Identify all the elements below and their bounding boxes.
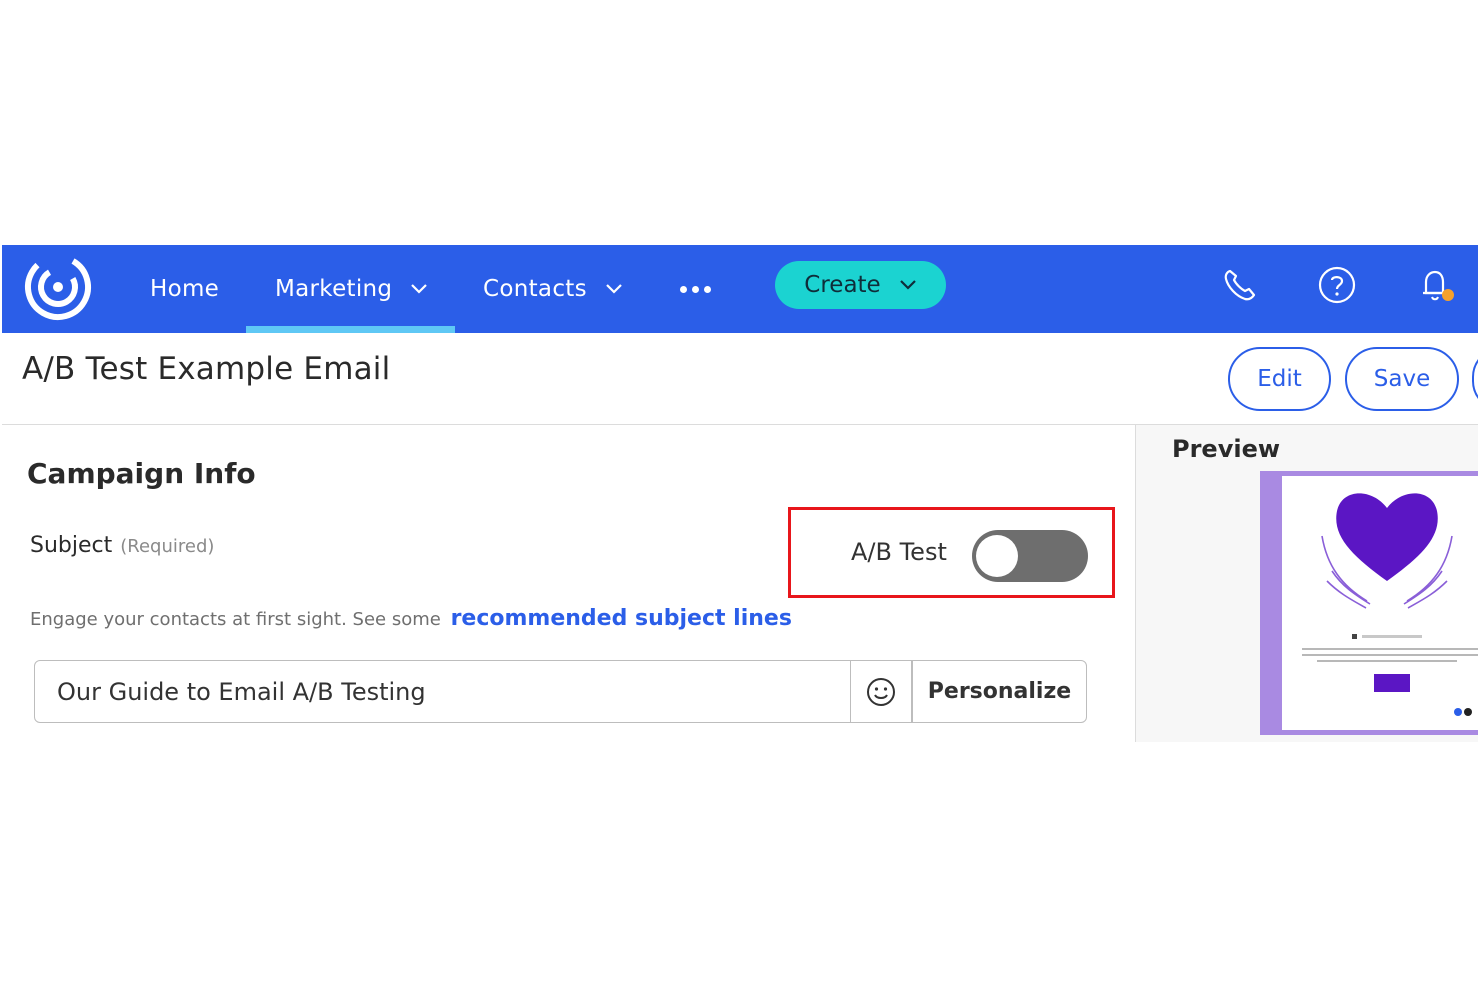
preview-title: Preview (1172, 435, 1281, 463)
nav-marketing[interactable]: Marketing (246, 245, 455, 333)
subject-helper-text: Engage your contacts at first sight. See… (30, 606, 792, 631)
nav-home[interactable]: Home (150, 245, 219, 333)
chevron-down-icon (411, 284, 428, 294)
notification-bell-icon[interactable] (1416, 265, 1456, 305)
recommended-subject-lines-link[interactable]: recommended subject lines (451, 606, 792, 631)
page-title: A/B Test Example Email (22, 351, 391, 387)
helper-text: Engage your contacts at first sight. See… (30, 609, 441, 630)
create-button[interactable]: Create (775, 261, 946, 309)
save-button[interactable]: Save (1345, 347, 1459, 411)
help-icon[interactable] (1317, 265, 1357, 305)
section-title: Campaign Info (27, 457, 256, 490)
email-preview-thumbnail[interactable] (1260, 471, 1478, 735)
personalize-button[interactable]: Personalize (912, 660, 1087, 723)
emoji-button[interactable] (850, 660, 912, 723)
subject-label: Subject (Required) (30, 533, 214, 558)
next-button[interactable] (1472, 347, 1478, 411)
more-dots-icon (680, 285, 687, 293)
email-preview-content (1282, 476, 1478, 730)
ab-test-highlight: A/B Test (788, 507, 1115, 598)
campaign-info-panel: Campaign Info Subject (Required) A/B Test… (2, 425, 1135, 742)
notification-badge (1442, 289, 1454, 301)
nav-contacts[interactable]: Contacts (483, 245, 623, 333)
smiley-icon (867, 677, 895, 706)
more-menu-button[interactable] (680, 245, 716, 333)
brand-logo-icon[interactable] (22, 251, 94, 323)
subject-input[interactable]: Our Guide to Email A/B Testing (34, 660, 852, 723)
phone-icon[interactable] (1220, 265, 1260, 305)
page-header: A/B Test Example Email Edit Save (2, 333, 1478, 425)
chevron-down-icon (606, 284, 622, 294)
top-navigation: Home Marketing Contacts Create (2, 245, 1478, 333)
app-frame: Home Marketing Contacts Create A/B Test … (2, 245, 1478, 742)
preview-pane: Preview (1135, 425, 1478, 742)
ab-test-label: A/B Test (851, 538, 947, 566)
edit-button[interactable]: Edit (1228, 347, 1331, 411)
required-hint: (Required) (120, 536, 215, 557)
nav-home-label: Home (150, 276, 220, 302)
active-tab-indicator (246, 326, 455, 333)
heart-hands-image (1302, 493, 1478, 716)
toggle-knob (976, 535, 1018, 577)
nav-contacts-label: Contacts (483, 276, 587, 302)
ab-test-toggle[interactable] (972, 530, 1088, 582)
chevron-down-icon (899, 280, 916, 290)
subject-label-text: Subject (30, 533, 113, 558)
create-button-label: Create (804, 272, 881, 298)
nav-marketing-label: Marketing (275, 276, 393, 302)
